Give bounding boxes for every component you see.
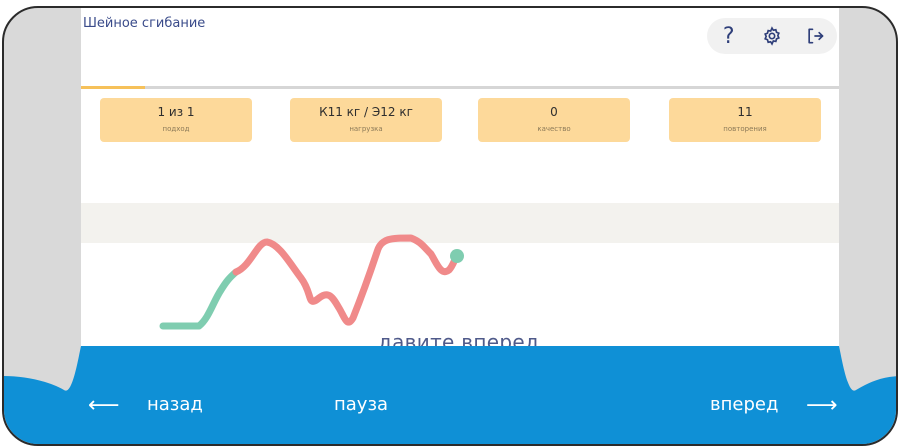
stat-card-reps: 11 повторения <box>669 98 821 142</box>
stat-value-load: К11 кг / Э12 кг <box>319 105 413 119</box>
force-graph <box>159 234 464 330</box>
page-title: Шейное сгибание <box>83 16 206 31</box>
stat-card-quality: 0 качество <box>478 98 630 142</box>
exit-icon <box>808 28 824 44</box>
force-marker <box>450 249 464 263</box>
exit-button[interactable] <box>801 22 829 50</box>
set-progress-bar <box>81 86 839 89</box>
back-arrow-icon[interactable]: ⟵ <box>88 393 120 418</box>
stat-card-set: 1 из 1 подход <box>100 98 252 142</box>
stat-label-quality: качество <box>537 125 571 133</box>
forward-button[interactable]: вперед <box>710 394 778 415</box>
question-icon: ? <box>722 23 735 49</box>
force-trace-bad <box>232 234 461 326</box>
set-progress-fill <box>81 86 146 89</box>
force-trace-good <box>159 268 240 330</box>
forward-arrow-icon[interactable]: ⟶ <box>806 393 838 418</box>
header-toolbar: ? <box>707 18 837 54</box>
gear-icon <box>764 26 780 46</box>
help-button[interactable]: ? <box>715 22 743 50</box>
stats-row: 1 из 1 подход К11 кг / Э12 кг нагрузка 0… <box>81 98 839 144</box>
stat-label-reps: повторения <box>723 125 767 133</box>
stat-card-load: К11 кг / Э12 кг нагрузка <box>290 98 442 142</box>
stat-value-set: 1 из 1 <box>157 105 195 119</box>
stat-label-load: нагрузка <box>349 125 383 133</box>
stat-label-set: подход <box>162 125 190 133</box>
settings-button[interactable] <box>758 22 786 50</box>
back-button[interactable]: назад <box>147 394 203 415</box>
stat-value-reps: 11 <box>737 105 753 119</box>
device-frame: Шейное сгибание ? 1 из 1 подход К11 кг /… <box>2 6 898 446</box>
pause-button[interactable]: пауза <box>334 394 388 415</box>
stat-value-quality: 0 <box>550 105 558 119</box>
